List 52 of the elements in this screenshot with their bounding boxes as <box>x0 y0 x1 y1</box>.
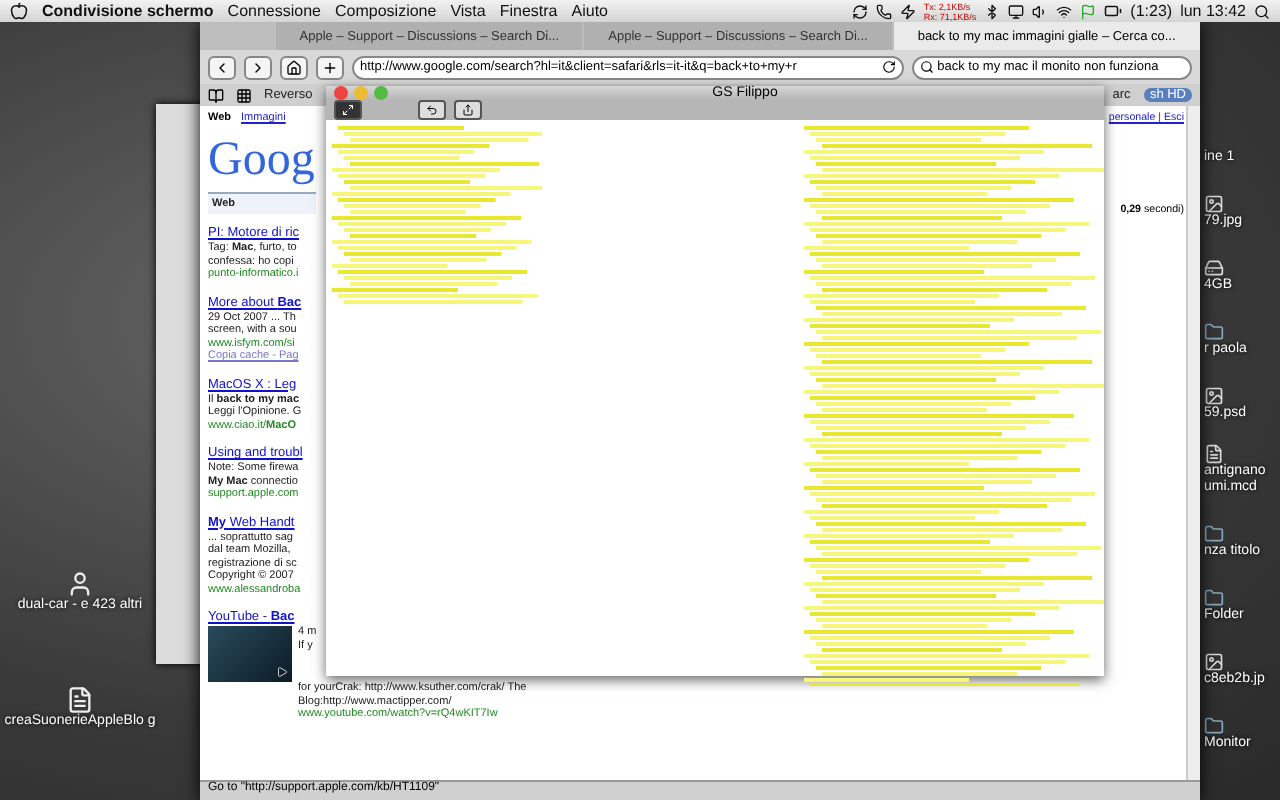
volume-icon[interactable] <box>1032 3 1049 19</box>
home-button[interactable] <box>280 55 308 79</box>
bolt-icon[interactable] <box>899 3 916 19</box>
back-icon <box>214 59 230 75</box>
grid-icon[interactable] <box>236 87 252 103</box>
home-icon <box>286 59 302 75</box>
play-icon <box>276 666 288 678</box>
app-menu[interactable]: Condivisione schermo <box>42 2 214 20</box>
menu-item[interactable]: Connessione <box>227 2 321 20</box>
display-icon[interactable] <box>1008 3 1025 19</box>
image-file-icon[interactable] <box>1204 652 1224 672</box>
drive-icon[interactable] <box>1204 258 1224 278</box>
clock[interactable]: lun 13:42 <box>1180 2 1246 20</box>
plus-icon <box>322 59 338 75</box>
forward-icon <box>250 59 266 75</box>
undo-button[interactable] <box>418 100 446 120</box>
bluetooth-icon[interactable] <box>984 3 1001 19</box>
sync-icon[interactable] <box>851 3 868 19</box>
undo-icon <box>426 104 438 116</box>
scrollbar[interactable] <box>1186 106 1200 780</box>
menu-item[interactable]: Aiuto <box>571 2 608 20</box>
person-file-icon[interactable] <box>66 570 94 598</box>
share-button[interactable] <box>454 100 482 120</box>
image-file-icon[interactable] <box>1204 194 1224 214</box>
fullscreen-button[interactable] <box>334 100 362 120</box>
book-icon[interactable] <box>208 87 224 103</box>
flag-icon[interactable] <box>1080 3 1097 19</box>
close-button[interactable] <box>334 86 348 100</box>
back-button[interactable] <box>208 55 236 79</box>
folder-icon[interactable] <box>1204 524 1224 544</box>
search-logo: Goog <box>208 133 315 185</box>
search-icon <box>919 60 934 74</box>
share-icon <box>462 104 474 116</box>
apple-icon[interactable] <box>10 2 28 20</box>
image-file-icon[interactable] <box>1204 386 1224 406</box>
folder-icon[interactable] <box>1204 322 1224 342</box>
document-icon[interactable] <box>1204 444 1224 464</box>
wifi-icon[interactable] <box>1056 3 1073 19</box>
reload-icon[interactable] <box>881 60 896 74</box>
search-icon[interactable] <box>1254 3 1270 19</box>
add-button[interactable] <box>316 55 344 79</box>
battery-time: (1:23) <box>1130 2 1173 20</box>
video-thumbnail[interactable] <box>208 626 292 682</box>
menu-item[interactable]: Finestra <box>499 2 558 20</box>
folder-icon[interactable] <box>1204 588 1224 608</box>
forward-button[interactable] <box>244 55 272 79</box>
battery-icon[interactable] <box>1104 2 1123 20</box>
menu-item[interactable]: Vista <box>450 2 486 20</box>
folder-icon[interactable] <box>1204 716 1224 736</box>
phone-icon[interactable] <box>875 3 892 19</box>
menu-item[interactable]: Composizione <box>335 2 437 20</box>
script-file-icon[interactable] <box>66 686 94 714</box>
